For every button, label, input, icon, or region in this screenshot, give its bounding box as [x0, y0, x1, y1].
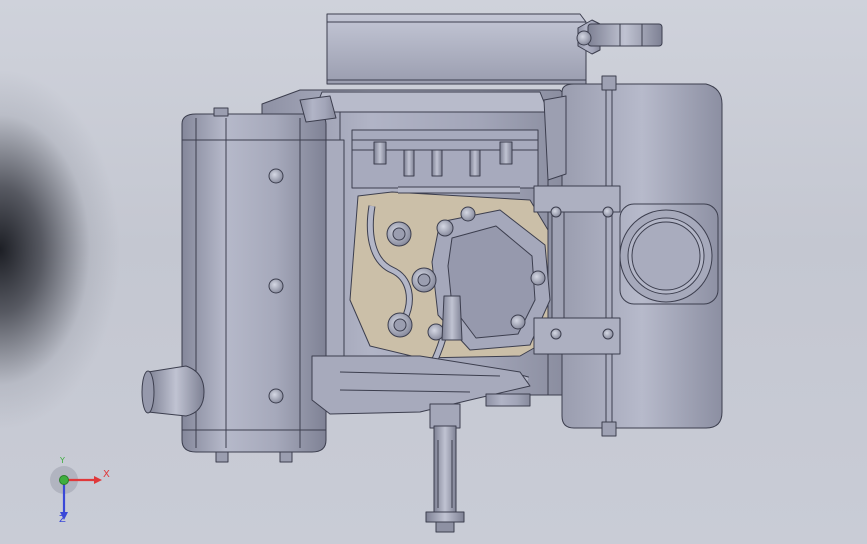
x-axis-label: X [103, 469, 110, 480]
y-axis-point [59, 475, 69, 485]
graphics-viewport[interactable]: X Y Z [0, 0, 867, 544]
coordinate-triad: X Y Z [48, 456, 118, 528]
y-axis-label: Y [60, 456, 65, 465]
fuel-tank [561, 75, 723, 437]
cylinder-head [351, 129, 539, 189]
engine-model[interactable] [0, 0, 867, 544]
crankshaft [425, 403, 465, 533]
z-axis-label: Z [59, 514, 66, 525]
air-cleaner-housing [326, 13, 663, 85]
muffler [141, 95, 345, 463]
x-axis-arrow [94, 476, 102, 484]
